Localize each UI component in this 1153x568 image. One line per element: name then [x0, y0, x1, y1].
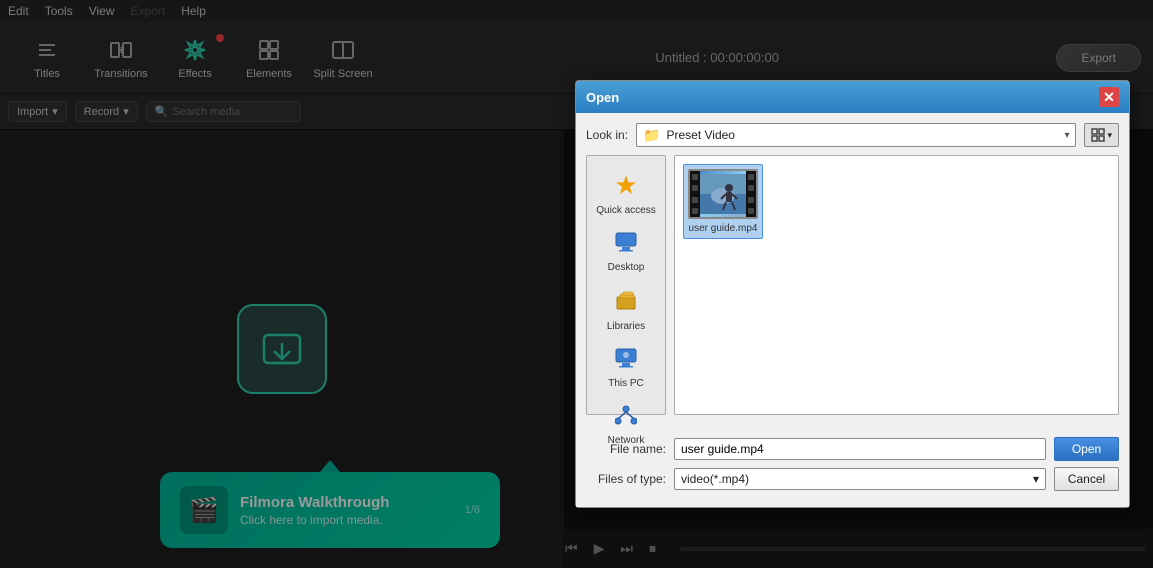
- file-area: user guide.mp4: [674, 155, 1119, 415]
- open-dialog: Open ✕ Look in: 📁 Preset Video ▾ ▾: [575, 80, 1130, 508]
- filetype-row: Files of type: video(*.mp4) ▾ Cancel: [586, 467, 1119, 491]
- folder-icon: 📁: [643, 127, 660, 144]
- file-type-chevron-icon: ▾: [1033, 472, 1039, 486]
- file-browser: ★ Quick access Desktop: [586, 155, 1119, 415]
- nav-this-pc[interactable]: This PC: [587, 342, 665, 395]
- file-name-input[interactable]: [674, 438, 1046, 460]
- nav-quick-access[interactable]: ★ Quick access: [587, 164, 665, 222]
- desktop-label: Desktop: [608, 262, 645, 273]
- filename-row: File name: Open: [586, 437, 1119, 461]
- look-in-value: Preset Video: [666, 128, 1058, 142]
- libraries-icon: [615, 289, 637, 317]
- this-pc-icon: [615, 348, 637, 374]
- network-icon: [615, 405, 637, 431]
- desktop-icon: [615, 232, 637, 258]
- quick-access-icon: ★: [614, 170, 637, 201]
- file-item-user-guide[interactable]: user guide.mp4: [683, 164, 763, 239]
- dialog-title: Open: [586, 90, 619, 105]
- file-nav-sidebar: ★ Quick access Desktop: [586, 155, 666, 415]
- file-type-select[interactable]: video(*.mp4) ▾: [674, 468, 1046, 490]
- open-button[interactable]: Open: [1054, 437, 1119, 461]
- dialog-close-button[interactable]: ✕: [1099, 87, 1119, 107]
- film-strip-right: [746, 171, 756, 217]
- file-thumbnail-user-guide: [688, 169, 758, 219]
- view-dropdown-icon: ▾: [1107, 130, 1112, 141]
- film-hole: [692, 174, 698, 180]
- film-hole: [692, 208, 698, 214]
- file-type-label: Files of type:: [586, 472, 666, 486]
- film-hole: [748, 197, 754, 203]
- file-type-value: video(*.mp4): [681, 472, 749, 486]
- nav-libraries[interactable]: Libraries: [587, 283, 665, 338]
- thumbnail-image: [698, 171, 748, 217]
- look-in-chevron-icon: ▾: [1064, 130, 1069, 141]
- film-strip-left: [690, 171, 700, 217]
- dialog-body: Look in: 📁 Preset Video ▾ ▾: [576, 113, 1129, 433]
- film-hole: [692, 197, 698, 203]
- dialog-footer: File name: Open Files of type: video(*.m…: [576, 433, 1129, 507]
- file-name-label: File name:: [586, 442, 666, 456]
- dialog-titlebar: Open ✕: [576, 81, 1129, 113]
- look-in-label: Look in:: [586, 128, 628, 142]
- film-hole: [748, 208, 754, 214]
- this-pc-label: This PC: [608, 378, 644, 389]
- file-name-user-guide: user guide.mp4: [689, 223, 758, 234]
- film-hole: [748, 185, 754, 191]
- view-toggle-button[interactable]: ▾: [1084, 123, 1119, 147]
- cancel-button[interactable]: Cancel: [1054, 467, 1119, 491]
- quick-access-label: Quick access: [596, 205, 655, 216]
- libraries-label: Libraries: [607, 321, 645, 332]
- look-in-row: Look in: 📁 Preset Video ▾ ▾: [586, 123, 1119, 147]
- look-in-select[interactable]: 📁 Preset Video ▾: [636, 123, 1076, 147]
- film-hole: [748, 174, 754, 180]
- nav-desktop[interactable]: Desktop: [587, 226, 665, 279]
- film-hole: [692, 185, 698, 191]
